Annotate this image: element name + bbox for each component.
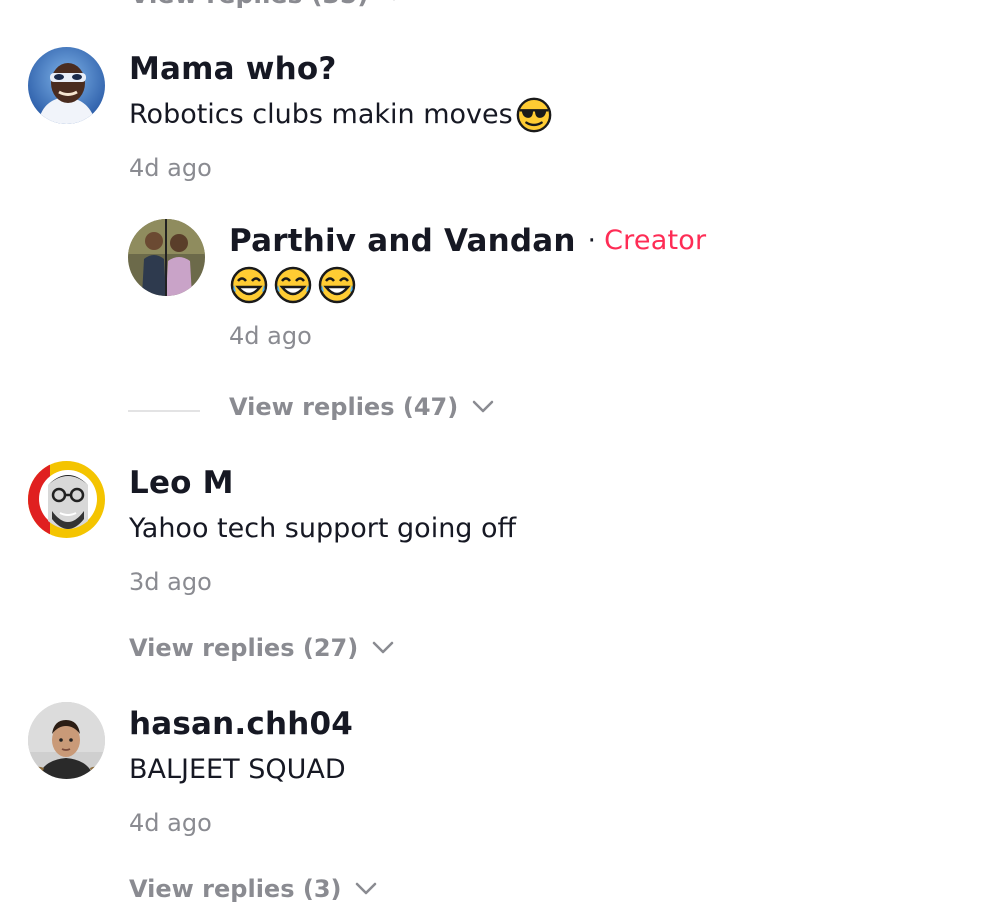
view-replies-top-partial[interactable]: View replies (35): [130, 0, 405, 9]
comment-text: Robotics clubs makin moves: [129, 93, 968, 137]
avatar[interactable]: [28, 47, 105, 124]
view-replies-button[interactable]: View replies (47): [229, 393, 494, 421]
username[interactable]: Mama who?: [129, 47, 968, 91]
reply-text: [229, 265, 968, 305]
comment-text: Yahoo tech support going off: [129, 513, 517, 544]
joy-emoji-icon: [274, 266, 312, 304]
view-replies-label: View replies (35): [130, 0, 369, 9]
reply-username[interactable]: Parthiv and Vandan: [229, 219, 576, 263]
view-replies-label: View replies (47): [229, 393, 459, 421]
username[interactable]: Leo M: [129, 461, 968, 505]
chevron-down-icon: [472, 400, 494, 413]
comment-text-content: Robotics clubs makin moves: [129, 99, 513, 130]
sunglasses-emoji-icon: [516, 97, 552, 133]
avatar[interactable]: [128, 219, 205, 296]
view-replies-label: View replies (3): [129, 875, 342, 903]
joy-emoji-icon: [230, 266, 268, 304]
creator-badge: Creator: [604, 225, 707, 256]
comment-time: 3d ago: [129, 568, 212, 596]
chevron-down-icon: [372, 641, 394, 654]
view-replies-button[interactable]: View replies (27): [129, 634, 394, 662]
replies-divider: [128, 410, 200, 412]
comment-time: 4d ago: [129, 809, 212, 837]
chevron-down-icon: [356, 882, 377, 895]
separator-dot: ·: [587, 226, 597, 256]
chevron-down-icon: [383, 0, 405, 2]
comment-text: BALJEET SQUAD: [129, 754, 346, 785]
username: Parthiv and Vandan · Creator: [229, 219, 968, 263]
joy-emoji-icon: [318, 266, 356, 304]
avatar[interactable]: [28, 461, 105, 538]
username[interactable]: hasan.chh04: [129, 702, 968, 746]
avatar[interactable]: [28, 702, 105, 779]
reply-time: 4d ago: [229, 322, 312, 350]
comment-time: 4d ago: [129, 154, 212, 182]
view-replies-button[interactable]: View replies (3): [129, 875, 377, 903]
view-replies-label: View replies (27): [129, 634, 359, 662]
